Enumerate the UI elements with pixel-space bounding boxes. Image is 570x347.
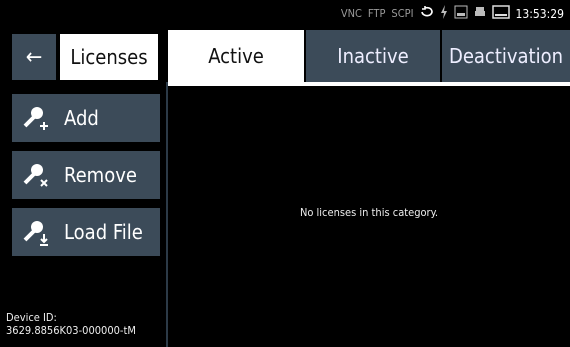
vnc-indicator: VNC [340,7,362,20]
empty-message: No licenses in this category. [299,206,439,219]
tab-inactive[interactable]: Inactive [306,30,440,82]
add-label: Add [64,106,99,130]
printer-icon [474,6,486,21]
tab-active[interactable]: Active [168,30,304,82]
tab-deactivation[interactable]: Deactivation [442,30,570,82]
page-title: Licenses [60,34,158,80]
power-bolt-icon [440,5,448,22]
status-bar: VNC FTP SCPI 13:53:29 [0,0,570,30]
remove-button[interactable]: Remove [12,151,160,199]
add-button[interactable]: Add [12,94,160,142]
key-load-icon [18,212,58,252]
load-file-button[interactable]: Load File [12,208,160,256]
device-id-value: 3629.8856K03-000000-tM [6,324,136,337]
sync-icon [420,6,434,21]
load-file-label: Load File [64,220,143,244]
log-icon [454,5,468,22]
device-id-block: Device ID: 3629.8856K03-000000-tM [6,311,136,337]
remove-label: Remove [64,163,137,187]
screen-icon [491,5,510,22]
key-remove-icon [18,155,58,195]
ftp-indicator: FTP [367,7,386,20]
device-id-label: Device ID: [6,311,57,324]
license-list: No licenses in this category. [168,86,570,347]
back-button[interactable]: ← [12,34,56,80]
scpi-indicator: SCPI [391,7,414,20]
arrow-left-icon: ← [25,44,43,70]
key-add-icon [18,98,58,138]
clock: 13:53:29 [515,6,564,21]
